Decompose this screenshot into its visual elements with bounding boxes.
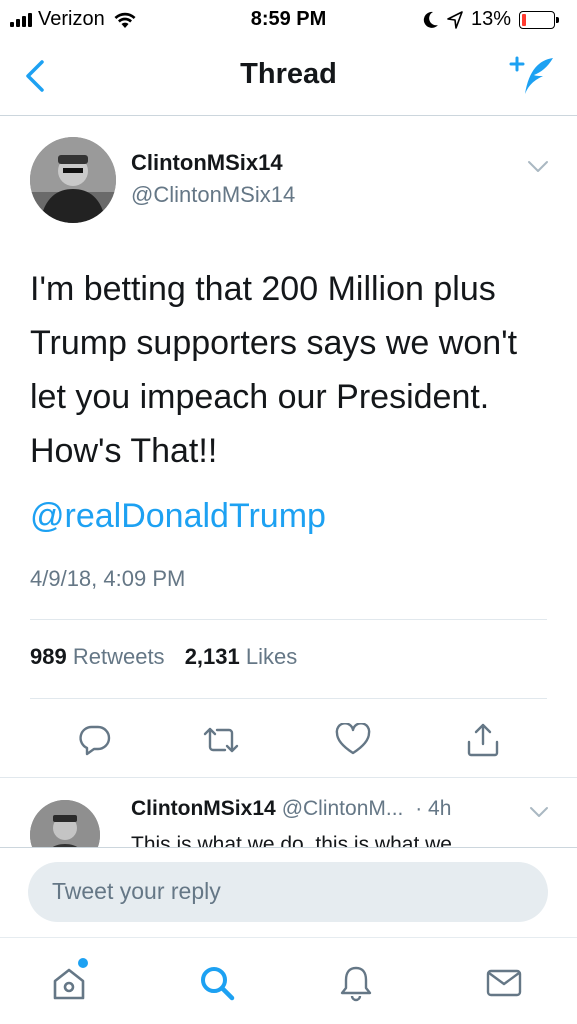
reply-author-name[interactable]: ClintonMSix14 bbox=[131, 797, 276, 820]
divider bbox=[30, 698, 547, 699]
retweets-label[interactable]: Retweets bbox=[73, 644, 165, 669]
author-handle[interactable]: @ClintonMSix14 bbox=[131, 182, 295, 208]
retweet-icon[interactable] bbox=[199, 718, 243, 762]
notification-dot bbox=[78, 958, 88, 968]
battery-level-fill bbox=[522, 13, 526, 26]
reply-icon[interactable] bbox=[73, 718, 117, 762]
reply-tweet-text: This is what we do, this is what we bbox=[131, 830, 551, 848]
tweet-timestamp: 4/9/18, 4:09 PM bbox=[30, 566, 186, 591]
search-icon[interactable] bbox=[192, 958, 242, 1008]
tweet-text-line: How's That!! bbox=[30, 432, 218, 470]
home-icon[interactable] bbox=[44, 958, 94, 1008]
tweet-text-line: let you impeach our President. bbox=[30, 378, 490, 416]
battery-icon bbox=[519, 10, 559, 29]
location-arrow-icon bbox=[447, 10, 463, 29]
status-bar: Verizon 8:59 PM 13% bbox=[0, 0, 577, 38]
chevron-down-icon[interactable] bbox=[527, 160, 549, 174]
tweet-text-line: I'm betting that 200 Million plus bbox=[30, 270, 496, 308]
reply-input[interactable]: Tweet your reply bbox=[28, 862, 548, 922]
status-right: 13% bbox=[423, 8, 559, 31]
chevron-down-icon[interactable] bbox=[529, 806, 549, 819]
retweets-count[interactable]: 989 bbox=[30, 644, 67, 669]
reply-tweet-time: · 4h bbox=[415, 797, 452, 820]
reply-author-handle[interactable]: @ClintonM... bbox=[282, 797, 404, 820]
likes-label[interactable]: Likes bbox=[246, 644, 297, 669]
reply-bar: Tweet your reply bbox=[0, 847, 577, 937]
mention-link[interactable]: @realDonaldTrump bbox=[30, 497, 326, 536]
notifications-bell-icon[interactable] bbox=[331, 958, 381, 1008]
nav-bar: Thread bbox=[0, 38, 577, 116]
separator bbox=[0, 777, 577, 778]
compose-tweet-icon[interactable] bbox=[509, 54, 557, 98]
reply-tweet-header: ClintonMSix14 @ClintonM... · 4h bbox=[131, 797, 451, 821]
messages-envelope-icon[interactable] bbox=[479, 958, 529, 1008]
likes-count[interactable]: 2,131 bbox=[185, 644, 240, 669]
tab-bar bbox=[0, 937, 577, 1024]
moon-icon bbox=[423, 11, 439, 29]
page-title: Thread bbox=[240, 58, 337, 90]
tweet-actions bbox=[0, 718, 577, 762]
tweet-text-line: Trump supporters says we won't bbox=[30, 324, 518, 362]
share-icon[interactable] bbox=[461, 718, 505, 762]
tweet-stats: 989 Retweets 2,131 Likes bbox=[30, 644, 311, 670]
like-heart-icon[interactable] bbox=[331, 718, 375, 762]
reply-tweet-text-preview: This is what we do, this is what we bbox=[131, 833, 452, 848]
author-name[interactable]: ClintonMSix14 bbox=[131, 150, 283, 176]
tweet-text: I'm betting that 200 Million plus Trump … bbox=[30, 262, 550, 478]
divider bbox=[30, 619, 547, 620]
battery-percent: 13% bbox=[470, 8, 511, 30]
author-avatar[interactable] bbox=[30, 137, 116, 223]
